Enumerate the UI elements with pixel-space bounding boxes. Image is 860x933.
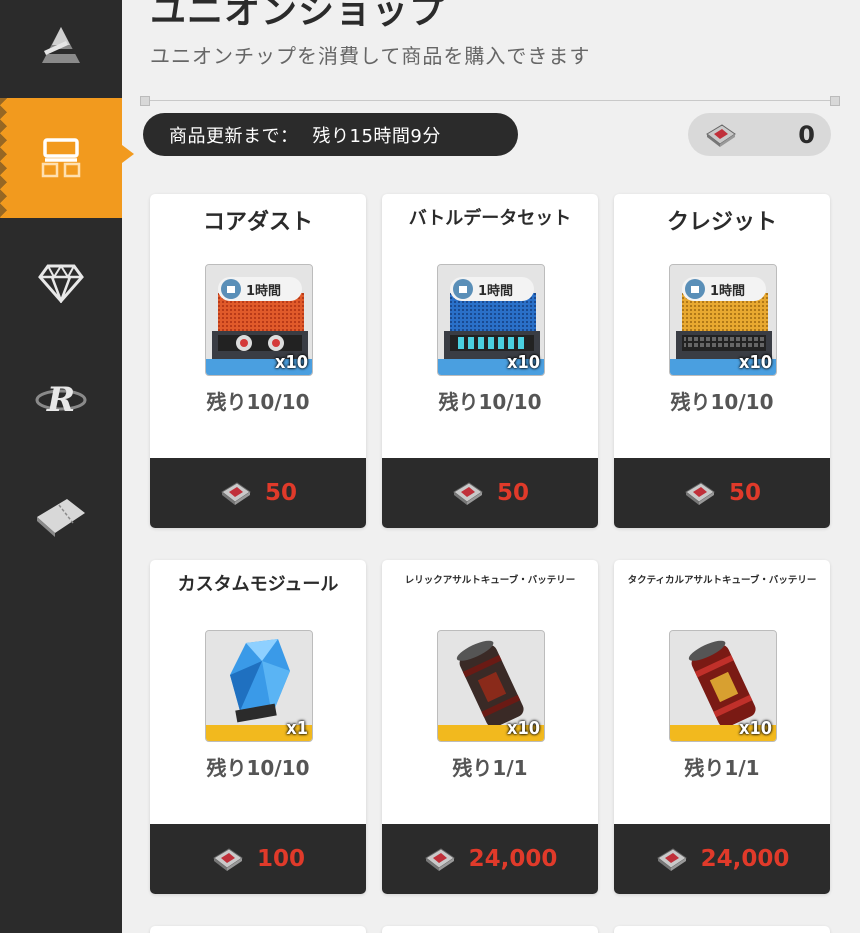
item-name: バトルデータセット — [408, 208, 572, 229]
price-button[interactable]: 24,000 — [614, 824, 830, 894]
stock-remaining: 残り10/10 — [206, 756, 310, 780]
item-quantity: x10 — [507, 352, 540, 373]
sidebar-item-recycle[interactable]: R — [0, 345, 122, 455]
timer-badge: 1時間 — [218, 277, 302, 301]
stock-remaining: 残り10/10 — [670, 390, 774, 414]
stock-remaining: 残り10/10 — [438, 390, 542, 414]
box-icon — [453, 279, 473, 299]
union-chip-icon — [221, 482, 251, 505]
currency-amount: 0 — [798, 120, 815, 149]
item-quantity: x10 — [275, 352, 308, 373]
item-quantity: x10 — [739, 352, 772, 373]
sidebar: R — [0, 0, 134, 933]
shop-item-battle-data-set[interactable]: バトルデータセット 1時間 x10 残り10/10 50 — [382, 194, 598, 528]
union-chip-icon — [656, 848, 687, 871]
item-name: カスタムモジュール — [177, 574, 339, 595]
stock-remaining: 残り10/10 — [206, 390, 310, 414]
stock-remaining: 残り1/1 — [452, 756, 528, 780]
item-price: 50 — [728, 480, 761, 506]
shop-item-partial[interactable] — [382, 926, 598, 933]
item-price: 24,000 — [468, 846, 558, 872]
item-image: x10 — [437, 630, 545, 742]
item-image: 1時間 x10 — [437, 264, 545, 376]
item-price: 100 — [256, 846, 305, 872]
price-button[interactable]: 24,000 — [382, 824, 598, 894]
price-button[interactable]: 50 — [150, 458, 366, 528]
shop-item-relic-assault-cube-battery[interactable]: レリックアサルトキューブ・バッテリー x10 残り1/1 24,000 — [382, 560, 598, 894]
refresh-timer: 商品更新まで： 残り15時間9分 — [143, 113, 518, 156]
page-subtitle: ユニオンチップを消費して商品を購入できます — [150, 44, 591, 68]
item-name: タクティカルアサルトキューブ・バッテリー — [627, 575, 817, 586]
sidebar-item-gem[interactable] — [0, 228, 122, 338]
timer-label: 1時間 — [246, 283, 282, 299]
item-quantity: x10 — [739, 718, 772, 739]
stock-remaining: 残り1/1 — [684, 756, 760, 780]
item-name: コアダスト — [202, 210, 313, 235]
gem-icon — [38, 264, 84, 303]
shop-item-partial[interactable] — [614, 926, 830, 933]
header-divider — [140, 96, 840, 106]
page-header: ユニオンショップ ユニオンチップを消費して商品を購入できます — [150, 0, 590, 69]
price-button[interactable]: 50 — [614, 458, 830, 528]
arena-icon — [40, 27, 82, 63]
ticket-icon — [37, 499, 85, 537]
svg-text:R: R — [46, 380, 75, 420]
union-shop-icon — [41, 138, 81, 178]
refresh-label: 商品更新まで： — [169, 125, 299, 147]
sidebar-item-union-shop[interactable] — [0, 98, 134, 218]
shop-item-custom-module[interactable]: カスタムモジュール x1 残り10/10 100 — [150, 560, 366, 894]
timer-label: 1時間 — [478, 283, 514, 299]
recycle-r-icon: R — [35, 380, 87, 420]
price-button[interactable]: 100 — [150, 824, 366, 894]
item-image: x10 — [669, 630, 777, 742]
shop-item-credit[interactable]: クレジット 1時間 x10 残り10/10 50 — [614, 194, 830, 528]
item-price: 24,000 — [700, 846, 790, 872]
timer-label: 1時間 — [710, 283, 746, 299]
union-chip-icon — [424, 848, 455, 871]
shop-item-tactical-assault-cube-battery[interactable]: タクティカルアサルトキューブ・バッテリー x10 残り1/1 24,000 — [614, 560, 830, 894]
box-icon — [221, 279, 241, 299]
union-chip-icon — [213, 848, 243, 871]
timer-badge: 1時間 — [450, 277, 534, 301]
item-quantity: x1 — [286, 718, 308, 739]
item-image: x1 — [205, 630, 313, 742]
item-name: レリックアサルトキューブ・バッテリー — [404, 575, 576, 586]
timer-badge: 1時間 — [682, 277, 766, 301]
shop-item-partial[interactable] — [150, 926, 366, 933]
shop-item-core-dust[interactable]: コアダスト 1時間 x10 残り10/10 50 — [150, 194, 366, 528]
refresh-value: 残り15時間9分 — [312, 125, 441, 147]
price-button[interactable]: 50 — [382, 458, 598, 528]
item-image: 1時間 x10 — [205, 264, 313, 376]
union-chip-icon — [706, 123, 736, 147]
item-price: 50 — [264, 480, 297, 506]
item-name: クレジット — [666, 210, 777, 235]
page-title: ユニオンショップ — [150, 0, 447, 32]
sidebar-item-arena[interactable] — [0, 0, 122, 90]
item-image: 1時間 x10 — [669, 264, 777, 376]
currency-balance[interactable]: 0 — [688, 113, 831, 156]
union-chip-icon — [685, 482, 715, 505]
item-price: 50 — [496, 480, 529, 506]
item-quantity: x10 — [507, 718, 540, 739]
box-icon — [685, 279, 705, 299]
union-chip-icon — [453, 482, 483, 505]
sidebar-item-ticket[interactable] — [0, 462, 122, 572]
